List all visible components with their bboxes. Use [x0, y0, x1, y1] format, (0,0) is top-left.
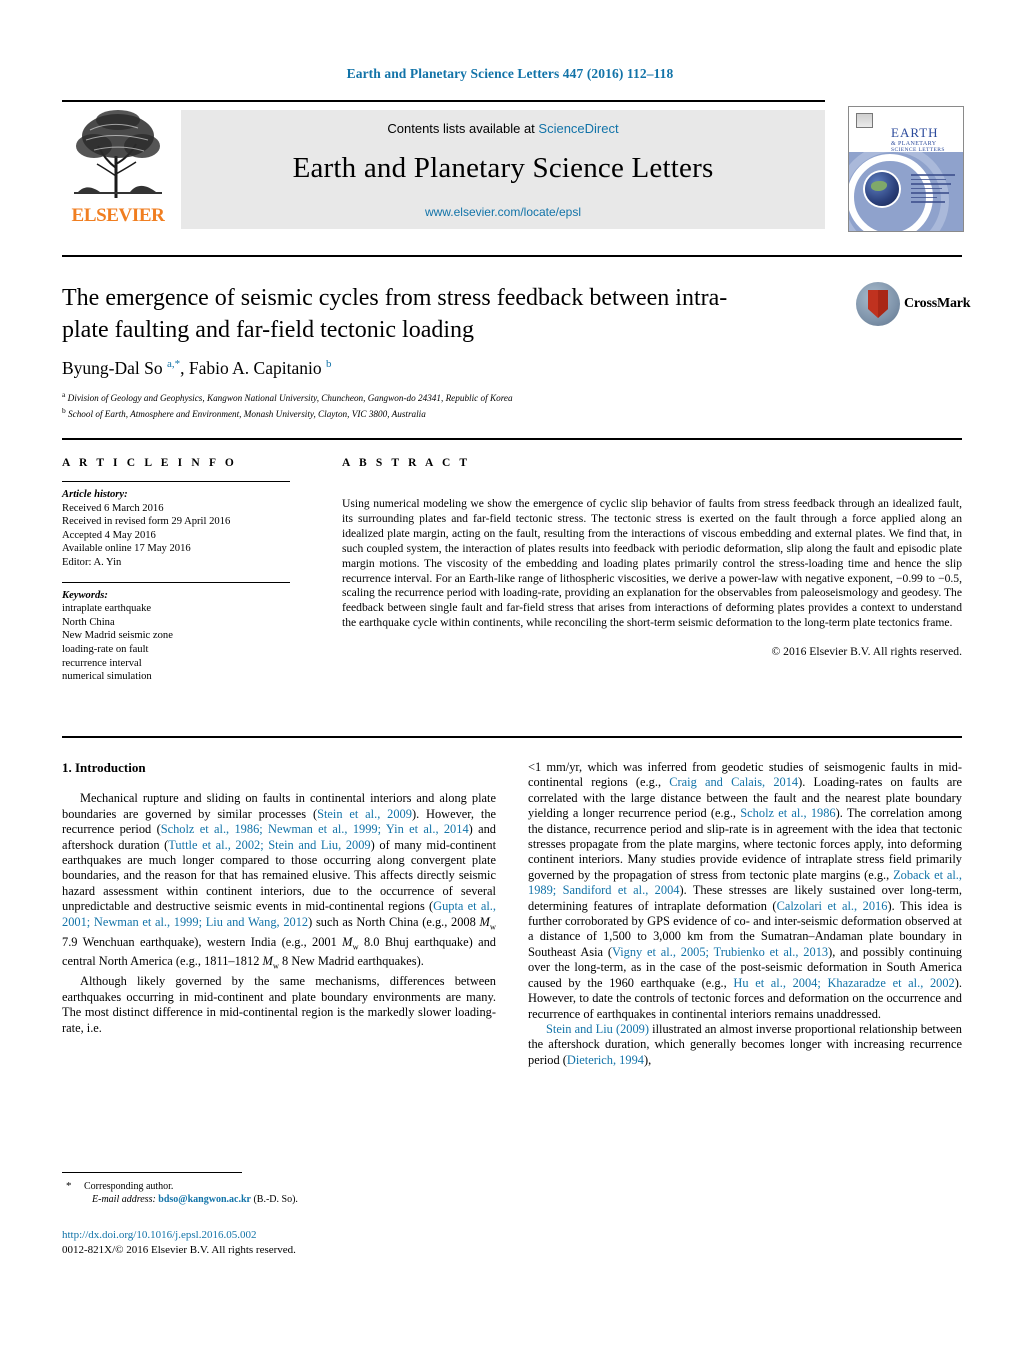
keyword-item: intraplate earthquake — [62, 603, 152, 615]
elsevier-logo: ELSEVIER — [62, 106, 174, 229]
cover-mini-logo-icon — [856, 113, 873, 128]
paragraph: Stein and Liu (2009) illustrated an almo… — [528, 1021, 962, 1067]
page-title: The emergence of seismic cycles from str… — [62, 285, 728, 343]
abstract-copyright: © 2016 Elsevier B.V. All rights reserved… — [771, 645, 962, 659]
article-info-rule-1 — [62, 481, 290, 482]
crossmark-circle-icon — [856, 282, 900, 326]
keyword-item: recurrence interval — [62, 657, 142, 669]
cover-artwork — [849, 152, 963, 231]
globe-icon — [865, 172, 899, 206]
masthead-top-rule — [62, 100, 825, 102]
article-info-column: A R T I C L E I N F O Article history: R… — [62, 457, 290, 684]
abstract-column: A B S T R A C T Using numerical modeling… — [342, 457, 962, 658]
abstract-text: Using numerical modeling we show the eme… — [342, 497, 962, 630]
keyword-item: North China — [62, 616, 115, 628]
paragraph: Mechanical rupture and sliding on faults… — [62, 791, 497, 971]
doi-block: http://dx.doi.org/10.1016/j.epsl.2016.05… — [62, 1228, 496, 1258]
affiliation-b-text: School of Earth, Atmosphere and Environm… — [68, 408, 426, 419]
footnote-block: * Corresponding author. E-mail address: … — [62, 1180, 496, 1207]
crossmark-label: CrossMark — [904, 296, 971, 311]
elsevier-tree-icon — [64, 106, 172, 204]
paragraph: <1 mm/yr, which was inferred from geodet… — [528, 760, 963, 1021]
history-item: Received in revised form 29 April 2016 — [62, 516, 231, 528]
email-link[interactable]: bdso@kangwon.ac.kr — [158, 1194, 251, 1205]
keywords-label: Keywords: — [62, 589, 108, 601]
issn-copyright-line: 0012-821X/© 2016 Elsevier B.V. All right… — [62, 1244, 296, 1256]
info-bottom-rule — [62, 736, 962, 738]
journal-article-page: Earth and Planetary Science Letters 447 … — [0, 0, 1020, 1351]
keyword-item: loading-rate on fault — [62, 643, 149, 655]
affiliation-a: a Division of Geology and Geophysics, Ka… — [62, 390, 513, 404]
body-column-right: <1 mm/yr, which was inferred from geodet… — [528, 760, 962, 1068]
running-head: Earth and Planetary Science Letters 447 … — [346, 66, 674, 81]
history-item: Available online 17 May 2016 — [62, 543, 191, 555]
sciencedirect-link[interactable]: ScienceDirect — [538, 121, 618, 136]
asterisk-icon: * — [66, 1180, 72, 1192]
elsevier-wordmark: ELSEVIER — [71, 205, 165, 226]
cover-title: EARTH & PLANETARY SCIENCE LETTERS — [891, 125, 959, 153]
affiliation-b: b School of Earth, Atmosphere and Enviro… — [62, 405, 426, 419]
cover-text-lines — [911, 174, 955, 206]
section-heading-introduction: 1. Introduction — [62, 760, 146, 775]
title-separator-rule — [62, 255, 962, 257]
cover-title-line1: EARTH — [891, 125, 939, 140]
article-info-heading: A R T I C L E I N F O — [62, 457, 237, 469]
journal-title: Earth and Planetary Science Letters — [292, 152, 714, 184]
affiliation-a-text: Division of Geology and Geophysics, Kang… — [67, 393, 513, 404]
keyword-item: New Madrid seismic zone — [62, 630, 173, 642]
journal-banner: Contents lists available at ScienceDirec… — [181, 110, 825, 229]
crossmark-shield-icon — [868, 290, 888, 318]
history-item: Received 6 March 2016 — [62, 502, 164, 514]
history-item: Editor: A. Yin — [62, 556, 122, 568]
keyword-item: numerical simulation — [62, 671, 152, 683]
journal-cover-thumbnail: EARTH & PLANETARY SCIENCE LETTERS — [848, 106, 964, 232]
footnote-rule — [62, 1172, 242, 1173]
email-suffix: (B.-D. So). — [253, 1194, 298, 1206]
contents-prefix: Contents lists available at — [387, 121, 539, 136]
contents-available-line: Contents lists available at ScienceDirec… — [181, 121, 825, 136]
history-item: Accepted 4 May 2016 — [62, 529, 156, 541]
crossmark-badge[interactable]: CrossMark — [856, 282, 971, 330]
email-note: E-mail address: bdso@kangwon.ac.kr (B.-D… — [92, 1193, 496, 1206]
journal-url-link[interactable]: www.elsevier.com/locate/epsl — [181, 205, 825, 219]
author-list: Byung-Dal So a,*, Fabio A. Capitanio b — [62, 358, 332, 378]
journal-masthead: ELSEVIER Contents lists available at Sci… — [62, 100, 964, 232]
corresponding-author-note: Corresponding author. — [84, 1181, 174, 1192]
abstract-heading: A B S T R A C T — [342, 457, 471, 469]
keywords-block: Keywords: intraplate earthquake North Ch… — [62, 589, 290, 684]
article-history-block: Article history: Received 6 March 2016 R… — [62, 488, 290, 570]
info-top-rule — [62, 438, 962, 440]
article-history-label: Article history: — [62, 489, 128, 500]
article-info-rule-2 — [62, 581, 290, 583]
affiliations: a Division of Geology and Geophysics, Ka… — [62, 389, 882, 420]
paragraph: Although likely governed by the same mec… — [62, 974, 496, 1035]
doi-link[interactable]: http://dx.doi.org/10.1016/j.epsl.2016.05… — [62, 1228, 496, 1243]
body-column-left: 1. Introduction Mechanical rupture and s… — [62, 760, 496, 1036]
email-label: E-mail address: — [92, 1194, 156, 1206]
